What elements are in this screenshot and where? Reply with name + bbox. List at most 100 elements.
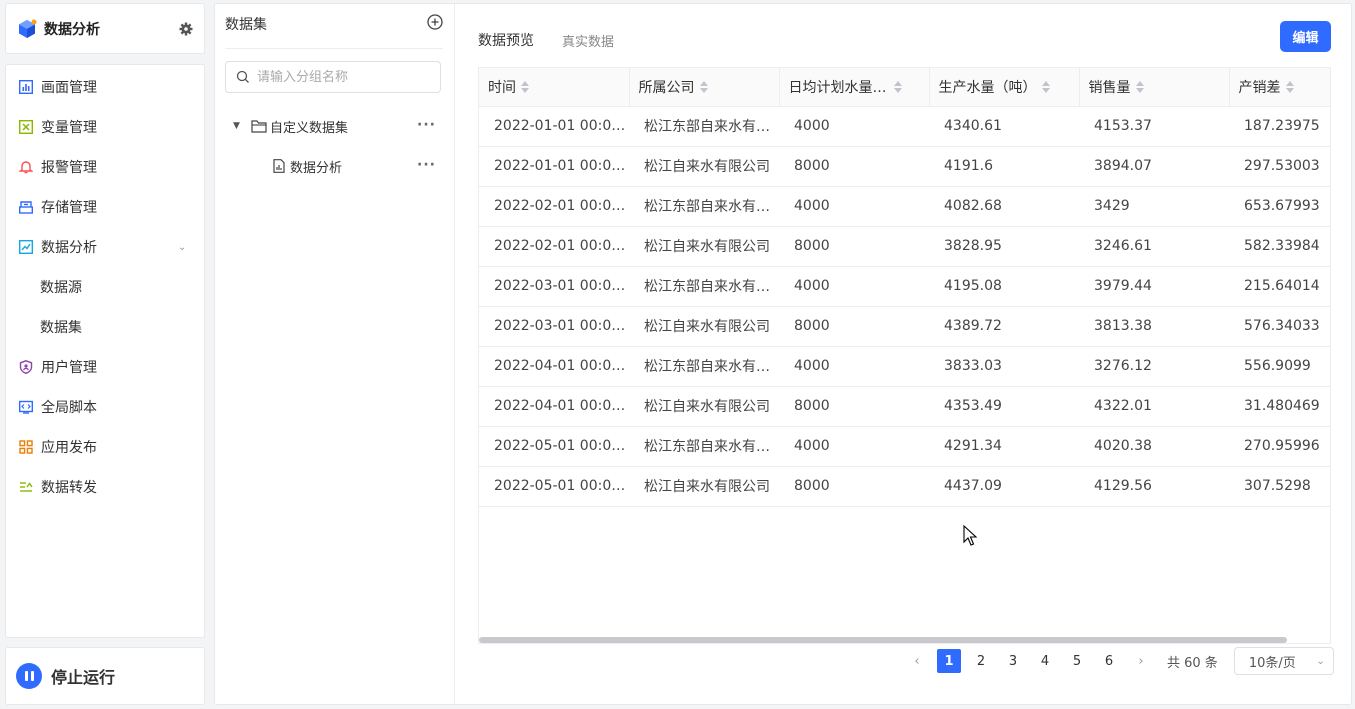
table-cell: 8000 bbox=[779, 306, 929, 347]
table-row[interactable]: 2022-04-01 00:00:00松江东部自来水有限公司40003833.0… bbox=[479, 346, 1330, 387]
data-table: 时间 所属公司 日均计划水量（吨） 生产水量（吨） 销售量 产销差 2022-01-01 … bbox=[478, 67, 1331, 644]
table-row[interactable]: 2022-04-01 00:00:00 松江自来水有限公司 8000 4353.49 4… bbox=[479, 386, 1330, 427]
page-number[interactable]: 6 bbox=[1097, 649, 1121, 673]
page-number[interactable]: 5 bbox=[1065, 649, 1089, 673]
column-header[interactable]: 日均计划水量（吨） bbox=[779, 68, 930, 107]
column-header[interactable]: 时间 bbox=[479, 68, 630, 107]
table-cell: 2022-04-01 00:00:00 bbox=[479, 386, 629, 427]
edit-button[interactable]: 编辑 bbox=[1280, 21, 1331, 52]
prev-page-icon[interactable]: ‹ bbox=[905, 649, 929, 673]
page-number[interactable]: 3 bbox=[1001, 649, 1025, 673]
group-search-input[interactable] bbox=[257, 69, 427, 85]
sort-icon[interactable] bbox=[1135, 80, 1144, 93]
column-header[interactable]: 销售量 bbox=[1079, 68, 1230, 107]
sidebar-subitem-dataset[interactable]: 数据集 bbox=[6, 307, 204, 347]
sidebar-subitem-datasource[interactable]: 数据源 bbox=[6, 267, 204, 307]
sidebar-item-label: 画面管理 bbox=[41, 80, 97, 96]
table-cell: 2022-04-01 00:00:00 bbox=[479, 346, 629, 387]
bar-chart-icon bbox=[18, 79, 34, 95]
sidebar-item-users[interactable]: 用户管理 bbox=[6, 347, 204, 387]
stop-run-button[interactable]: 停止运行 bbox=[51, 664, 115, 688]
table-cell: 4000 bbox=[779, 266, 929, 307]
table-cell: 4322.01 bbox=[1079, 386, 1229, 427]
table-cell: 2022-02-01 00:00:00 bbox=[479, 226, 629, 267]
more-icon[interactable]: ··· bbox=[417, 117, 436, 133]
column-header[interactable]: 产销差 bbox=[1229, 68, 1330, 107]
search-icon bbox=[236, 70, 249, 83]
mouse-cursor-icon bbox=[963, 525, 977, 546]
brand-header: 数据分析 bbox=[5, 3, 205, 54]
table-cell: 4020.38 bbox=[1079, 426, 1229, 467]
table-cell: 31.480469 bbox=[1229, 386, 1330, 427]
sidebar-item-variables[interactable]: 变量管理 bbox=[6, 107, 204, 147]
sidebar-item-screen[interactable]: 画面管理 bbox=[6, 67, 204, 107]
table-cell: 270.95996 bbox=[1229, 426, 1330, 467]
chevron-down-icon[interactable]: ⌄ bbox=[178, 242, 192, 253]
sidebar-item-alarms[interactable]: 报警管理 bbox=[6, 147, 204, 187]
table-row[interactable]: 2022-01-01 00:00:00 松江自来水有限公司 8000 4191.6 38… bbox=[479, 146, 1330, 187]
tab-data-preview[interactable]: 数据预览 bbox=[478, 30, 534, 50]
page-number[interactable]: 4 bbox=[1033, 649, 1057, 673]
table-cell: 8000 bbox=[779, 146, 929, 187]
column-header[interactable]: 生产水量（吨） bbox=[929, 68, 1080, 107]
table-cell: 松江东部自来水有限公司 bbox=[629, 346, 779, 387]
table-cell: 4353.49 bbox=[929, 386, 1079, 427]
add-circle-icon[interactable] bbox=[427, 14, 443, 30]
page-size-select[interactable]: 10条/页 ⌄ bbox=[1233, 647, 1334, 675]
sidebar-item-storage[interactable]: 存储管理 bbox=[6, 187, 204, 227]
horizontal-scrollbar[interactable] bbox=[479, 637, 1287, 643]
sort-icon[interactable] bbox=[1041, 80, 1050, 93]
table-cell: 653.67993 bbox=[1229, 186, 1330, 227]
dataset-header: 数据集 bbox=[225, 14, 443, 49]
stop-run-panel: 停止运行 bbox=[5, 647, 205, 705]
sort-icon[interactable] bbox=[521, 80, 529, 93]
page-number[interactable]: 2 bbox=[969, 649, 993, 673]
table-cell: 3833.03 bbox=[929, 346, 1079, 387]
sidebar-item-label: 用户管理 bbox=[41, 360, 97, 376]
sidebar-item-label: 报警管理 bbox=[41, 160, 97, 176]
table-cell: 4129.56 bbox=[1079, 466, 1229, 507]
variable-icon bbox=[18, 119, 34, 135]
page-number[interactable]: 1 bbox=[937, 649, 961, 673]
tree-group-custom[interactable]: ▼ 自定义数据集 bbox=[233, 115, 348, 137]
table-cell: 松江东部自来水有限公司 bbox=[629, 426, 779, 467]
page-size-value: 10条/页 bbox=[1248, 655, 1296, 671]
table-cell: 2022-02-01 00:00:00 bbox=[479, 186, 629, 227]
sidebar-item-data-forward[interactable]: 数据转发 bbox=[6, 467, 204, 507]
caret-down-icon[interactable]: ▼ bbox=[233, 121, 243, 131]
sidebar-item-data-analysis[interactable]: 数据分析 ⌄ bbox=[6, 227, 204, 267]
column-header-label: 销售量 bbox=[1088, 79, 1131, 96]
column-header-label: 所属公司 bbox=[638, 79, 695, 96]
next-page-icon[interactable]: › bbox=[1129, 649, 1153, 673]
table-row[interactable]: 2022-05-01 00:00:00松江东部自来水有限公司40004291.3… bbox=[479, 426, 1330, 467]
sort-icon[interactable] bbox=[699, 80, 708, 93]
sort-icon[interactable] bbox=[893, 80, 902, 93]
gear-icon[interactable] bbox=[178, 21, 194, 37]
pause-icon[interactable] bbox=[16, 663, 42, 689]
tree-item-data-analysis[interactable]: 数据分析 bbox=[271, 155, 342, 177]
tab-real-data[interactable]: 真实数据 bbox=[562, 30, 614, 50]
table-row[interactable]: 2022-05-01 00:00:00 松江自来水有限公司 8000 4437.09 4… bbox=[479, 466, 1330, 507]
sidebar-item-global-script[interactable]: 全局脚本 bbox=[6, 387, 204, 427]
sidebar-item-label: 数据转发 bbox=[41, 480, 97, 496]
column-header-label: 时间 bbox=[488, 79, 516, 96]
table-row[interactable]: 2022-02-01 00:00:00松江东部自来水有限公司40004082.6… bbox=[479, 186, 1330, 227]
table-cell: 松江东部自来水有限公司 bbox=[629, 266, 779, 307]
table-row[interactable]: 2022-03-01 00:00:00 松江自来水有限公司 8000 4389.72 3… bbox=[479, 306, 1330, 347]
table-cell: 3979.44 bbox=[1079, 266, 1229, 307]
sidebar-item-app-publish[interactable]: 应用发布 bbox=[6, 427, 204, 467]
column-header[interactable]: 所属公司 bbox=[629, 68, 780, 107]
analytics-icon bbox=[18, 239, 34, 255]
sidebar-nav: 画面管理 变量管理 报警管理 存储管理 数据分析 ⌄ 数据源 数据集 用户管理 bbox=[5, 64, 205, 638]
table-cell: 297.53003 bbox=[1229, 146, 1330, 187]
main-panel: 数据集 ▼ 自定义数据集 ··· bbox=[214, 3, 1352, 705]
bell-icon bbox=[18, 159, 34, 175]
more-icon[interactable]: ··· bbox=[417, 157, 436, 173]
table-cell: 576.34033 bbox=[1229, 306, 1330, 347]
table-row[interactable]: 2022-03-01 00:00:00松江东部自来水有限公司40004195.0… bbox=[479, 266, 1330, 307]
table-cell: 8000 bbox=[779, 466, 929, 507]
table-row[interactable]: 2022-01-01 00:00:00松江东部自来水有限公司40004340.6… bbox=[479, 106, 1330, 147]
table-cell: 松江东部自来水有限公司 bbox=[629, 106, 779, 147]
sort-icon[interactable] bbox=[1285, 80, 1294, 93]
table-row[interactable]: 2022-02-01 00:00:00 松江自来水有限公司 8000 3828.95 3… bbox=[479, 226, 1330, 267]
